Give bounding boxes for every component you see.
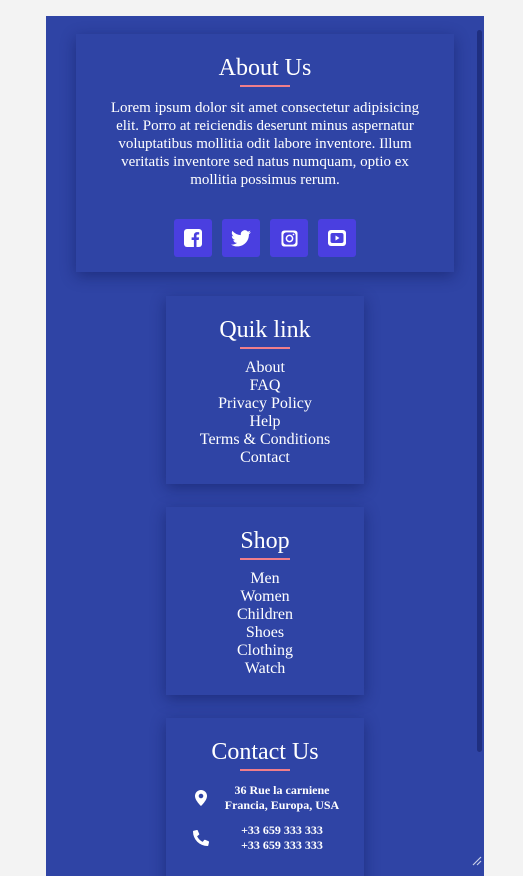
shop-link-list: Men Women Children Shoes Clothing Watch [166,570,364,678]
facebook-button[interactable] [174,219,212,257]
link-watch[interactable]: Watch [166,660,364,678]
link-clothing[interactable]: Clothing [166,642,364,660]
quik-link-list: About FAQ Privacy Policy Help Terms & Co… [166,359,364,467]
resize-grip-icon[interactable] [470,854,482,866]
link-help[interactable]: Help [166,413,364,431]
map-pin-icon [195,790,207,806]
contact-card: Contact Us 36 Rue la carniene Francia, E… [166,718,364,876]
quik-link-card: Quik link About FAQ Privacy Policy Help … [166,296,364,484]
contact-title: Contact Us [211,739,319,765]
link-men[interactable]: Men [166,570,364,588]
scrollbar-thumb[interactable] [477,30,482,752]
scrollbar-track[interactable] [475,16,484,876]
twitter-button[interactable] [222,219,260,257]
about-card: About Us Lorem ipsum dolor sit amet cons… [76,34,454,272]
contact-underline [240,769,290,771]
link-contact[interactable]: Contact [166,449,364,467]
contact-phone-row: +33 659 333 333 +33 659 333 333 [192,823,364,853]
link-terms-conditions[interactable]: Terms & Conditions [166,431,364,449]
about-text: Lorem ipsum dolor sit amet consectetur a… [110,100,420,188]
social-links [76,219,454,257]
contact-phone-2[interactable]: +33 659 333 333 [224,838,340,853]
footer-panel: About Us Lorem ipsum dolor sit amet cons… [46,16,484,876]
link-about[interactable]: About [166,359,364,377]
shop-title: Shop [240,528,290,554]
instagram-button[interactable] [270,219,308,257]
youtube-button[interactable] [318,219,356,257]
facebook-icon [184,229,202,247]
shop-card: Shop Men Women Children Shoes Clothing W… [166,507,364,695]
shop-underline [240,558,290,560]
quik-link-underline [240,347,290,349]
phone-icon [193,830,209,846]
instagram-icon [280,229,298,247]
link-children[interactable]: Children [166,606,364,624]
link-privacy-policy[interactable]: Privacy Policy [166,395,364,413]
link-shoes[interactable]: Shoes [166,624,364,642]
contact-address: 36 Rue la carniene Francia, Europa, USA [224,783,340,812]
youtube-icon [328,230,346,246]
link-women[interactable]: Women [166,588,364,606]
about-title: About Us [218,55,312,81]
twitter-icon [231,229,251,246]
about-title-underline [240,85,290,87]
link-faq[interactable]: FAQ [166,377,364,395]
contact-address-row: 36 Rue la carniene Francia, Europa, USA [192,783,364,813]
contact-phone-1[interactable]: +33 659 333 333 [224,823,340,838]
quik-link-title: Quik link [219,317,311,343]
